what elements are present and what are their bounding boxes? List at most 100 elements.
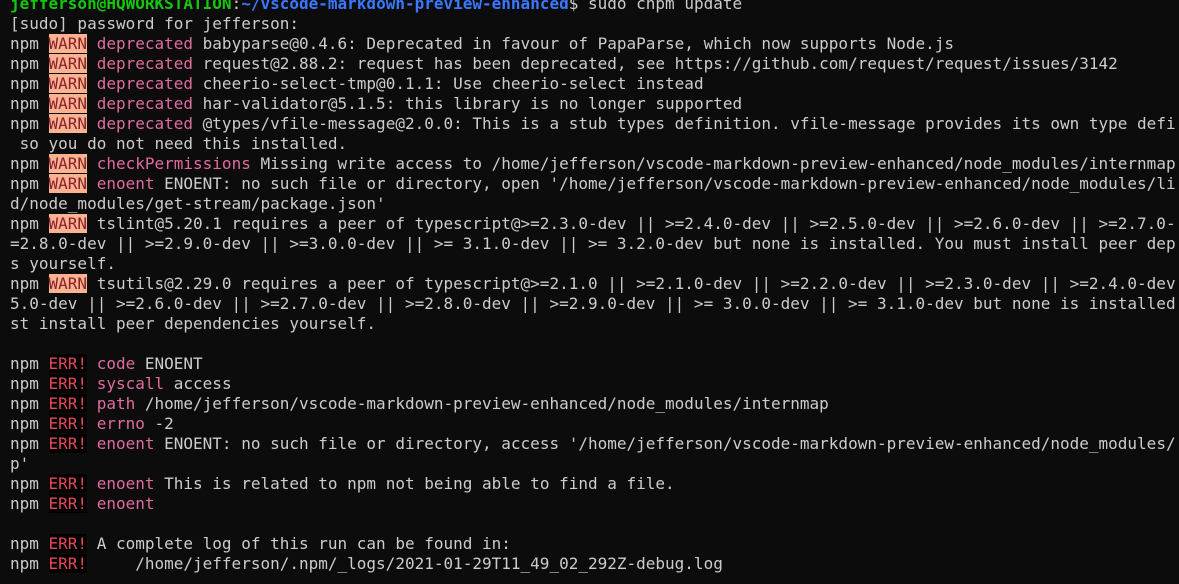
log-text: [sudo] password for jefferson:: [10, 14, 299, 33]
log-keyword: checkPermissions: [96, 154, 251, 173]
npm-prefix: npm: [10, 494, 49, 513]
log-text: :: [231, 0, 242, 13]
warn-badge: WARN: [48, 34, 88, 53]
npm-prefix: npm: [10, 434, 49, 453]
terminal-line: [sudo] password for jefferson:: [10, 14, 1175, 34]
log-text: A complete log of this run can be found …: [87, 534, 511, 553]
log-text: d/node_modules/get-stream/package.json': [10, 194, 386, 213]
log-keyword: enoent: [96, 174, 155, 193]
npm-prefix: npm: [10, 154, 49, 173]
terminal-window[interactable]: jefferson@HQWORKSTATION:~/vscode-markdow…: [0, 0, 1179, 584]
log-keyword: code: [96, 354, 136, 373]
warn-badge: WARN: [48, 274, 88, 293]
terminal-line: st install peer dependencies yourself.: [10, 314, 1175, 334]
terminal-output[interactable]: jefferson@HQWORKSTATION:~/vscode-markdow…: [10, 0, 1175, 574]
log-keyword: deprecated: [96, 114, 194, 133]
err-badge: ERR!: [48, 534, 88, 553]
warn-badge: WARN: [48, 114, 88, 133]
log-text: request@2.88.2: request has been depreca…: [193, 54, 1118, 73]
warn-badge: WARN: [48, 94, 88, 113]
log-text: ENOENT: no such file or directory, open …: [154, 174, 1175, 193]
log-keyword: syscall: [96, 374, 165, 393]
npm-prefix: npm: [10, 554, 49, 573]
err-badge: ERR!: [48, 394, 88, 413]
warn-badge: WARN: [48, 54, 88, 73]
terminal-line: npm ERR! /home/jefferson/.npm/_logs/2021…: [10, 554, 1175, 574]
log-keyword: deprecated: [96, 74, 194, 93]
terminal-line: npm ERR! path /home/jefferson/vscode-mar…: [10, 394, 1175, 414]
terminal-line: npm WARN deprecated request@2.88.2: requ…: [10, 54, 1175, 74]
npm-prefix: npm: [10, 414, 49, 433]
log-text: =2.8.0-dev || >=2.9.0-dev || >=3.0.0-dev…: [10, 234, 1175, 253]
log-text: babyparse@0.4.6: Deprecated in favour of…: [193, 34, 955, 53]
npm-prefix: npm: [10, 474, 49, 493]
log-keyword: errno: [96, 414, 145, 433]
err-badge: ERR!: [48, 354, 88, 373]
log-text: tsutils@2.29.0 requires a peer of typesc…: [87, 274, 1175, 293]
terminal-line: npm ERR! enoent: [10, 494, 1175, 514]
npm-prefix: npm: [10, 214, 49, 233]
log-text: /home/jefferson/.npm/_logs/2021-01-29T11…: [87, 554, 723, 573]
npm-prefix: npm: [10, 374, 49, 393]
terminal-line: 5.0-dev || >=2.6.0-dev || >=2.7.0-dev ||…: [10, 294, 1175, 314]
log-text: 5.0-dev || >=2.6.0-dev || >=2.7.0-dev ||…: [10, 294, 1175, 313]
terminal-line: npm ERR! code ENOENT: [10, 354, 1175, 374]
log-text: /home/jefferson/vscode-markdown-preview-…: [135, 394, 829, 413]
terminal-line: npm WARN deprecated cheerio-select-tmp@0…: [10, 74, 1175, 94]
log-keyword: path: [96, 394, 136, 413]
log-text: This is related to npm not being able to…: [154, 474, 675, 493]
npm-prefix: npm: [10, 74, 49, 93]
log-text: -2: [144, 414, 174, 433]
npm-prefix: npm: [10, 274, 49, 293]
log-text: ENOENT: no such file or directory, acces…: [154, 434, 1175, 453]
log-text: $ sudo cnpm update: [568, 0, 743, 13]
terminal-line: npm WARN deprecated har-validator@5.1.5:…: [10, 94, 1175, 114]
terminal-line: s yourself.: [10, 254, 1175, 274]
log-text: p': [10, 454, 30, 473]
warn-badge: WARN: [48, 174, 88, 193]
err-badge: ERR!: [48, 374, 88, 393]
log-text: tslint@5.20.1 requires a peer of typescr…: [87, 214, 1175, 233]
err-badge: ERR!: [48, 474, 88, 493]
npm-prefix: npm: [10, 394, 49, 413]
log-keyword: deprecated: [96, 34, 194, 53]
terminal-line: npm ERR! errno -2: [10, 414, 1175, 434]
err-badge: ERR!: [48, 494, 88, 513]
prompt-user-host: jefferson@HQWORKSTATION: [10, 0, 232, 13]
terminal-line: p': [10, 454, 1175, 474]
terminal-line: npm ERR! syscall access: [10, 374, 1175, 394]
log-keyword: enoent: [96, 474, 155, 493]
log-text: har-validator@5.1.5: this library is no …: [193, 94, 743, 113]
terminal-line: =2.8.0-dev || >=2.9.0-dev || >=3.0.0-dev…: [10, 234, 1175, 254]
terminal-line: npm WARN deprecated @types/vfile-message…: [10, 114, 1175, 134]
npm-prefix: npm: [10, 114, 49, 133]
npm-prefix: npm: [10, 174, 49, 193]
err-badge: ERR!: [48, 554, 88, 573]
log-keyword: deprecated: [96, 94, 194, 113]
log-text: s yourself.: [10, 254, 116, 273]
terminal-line: d/node_modules/get-stream/package.json': [10, 194, 1175, 214]
log-text: cheerio-select-tmp@0.1.1: Use cheerio-se…: [193, 74, 704, 93]
log-text: access: [164, 374, 232, 393]
warn-badge: WARN: [48, 74, 88, 93]
log-text: Missing write access to /home/jefferson/…: [250, 154, 1175, 173]
terminal-line: npm WARN tsutils@2.29.0 requires a peer …: [10, 274, 1175, 294]
npm-prefix: npm: [10, 354, 49, 373]
terminal-line: npm ERR! A complete log of this run can …: [10, 534, 1175, 554]
log-keyword: enoent: [96, 494, 155, 513]
warn-badge: WARN: [48, 154, 88, 173]
err-badge: ERR!: [48, 434, 88, 453]
npm-prefix: npm: [10, 54, 49, 73]
